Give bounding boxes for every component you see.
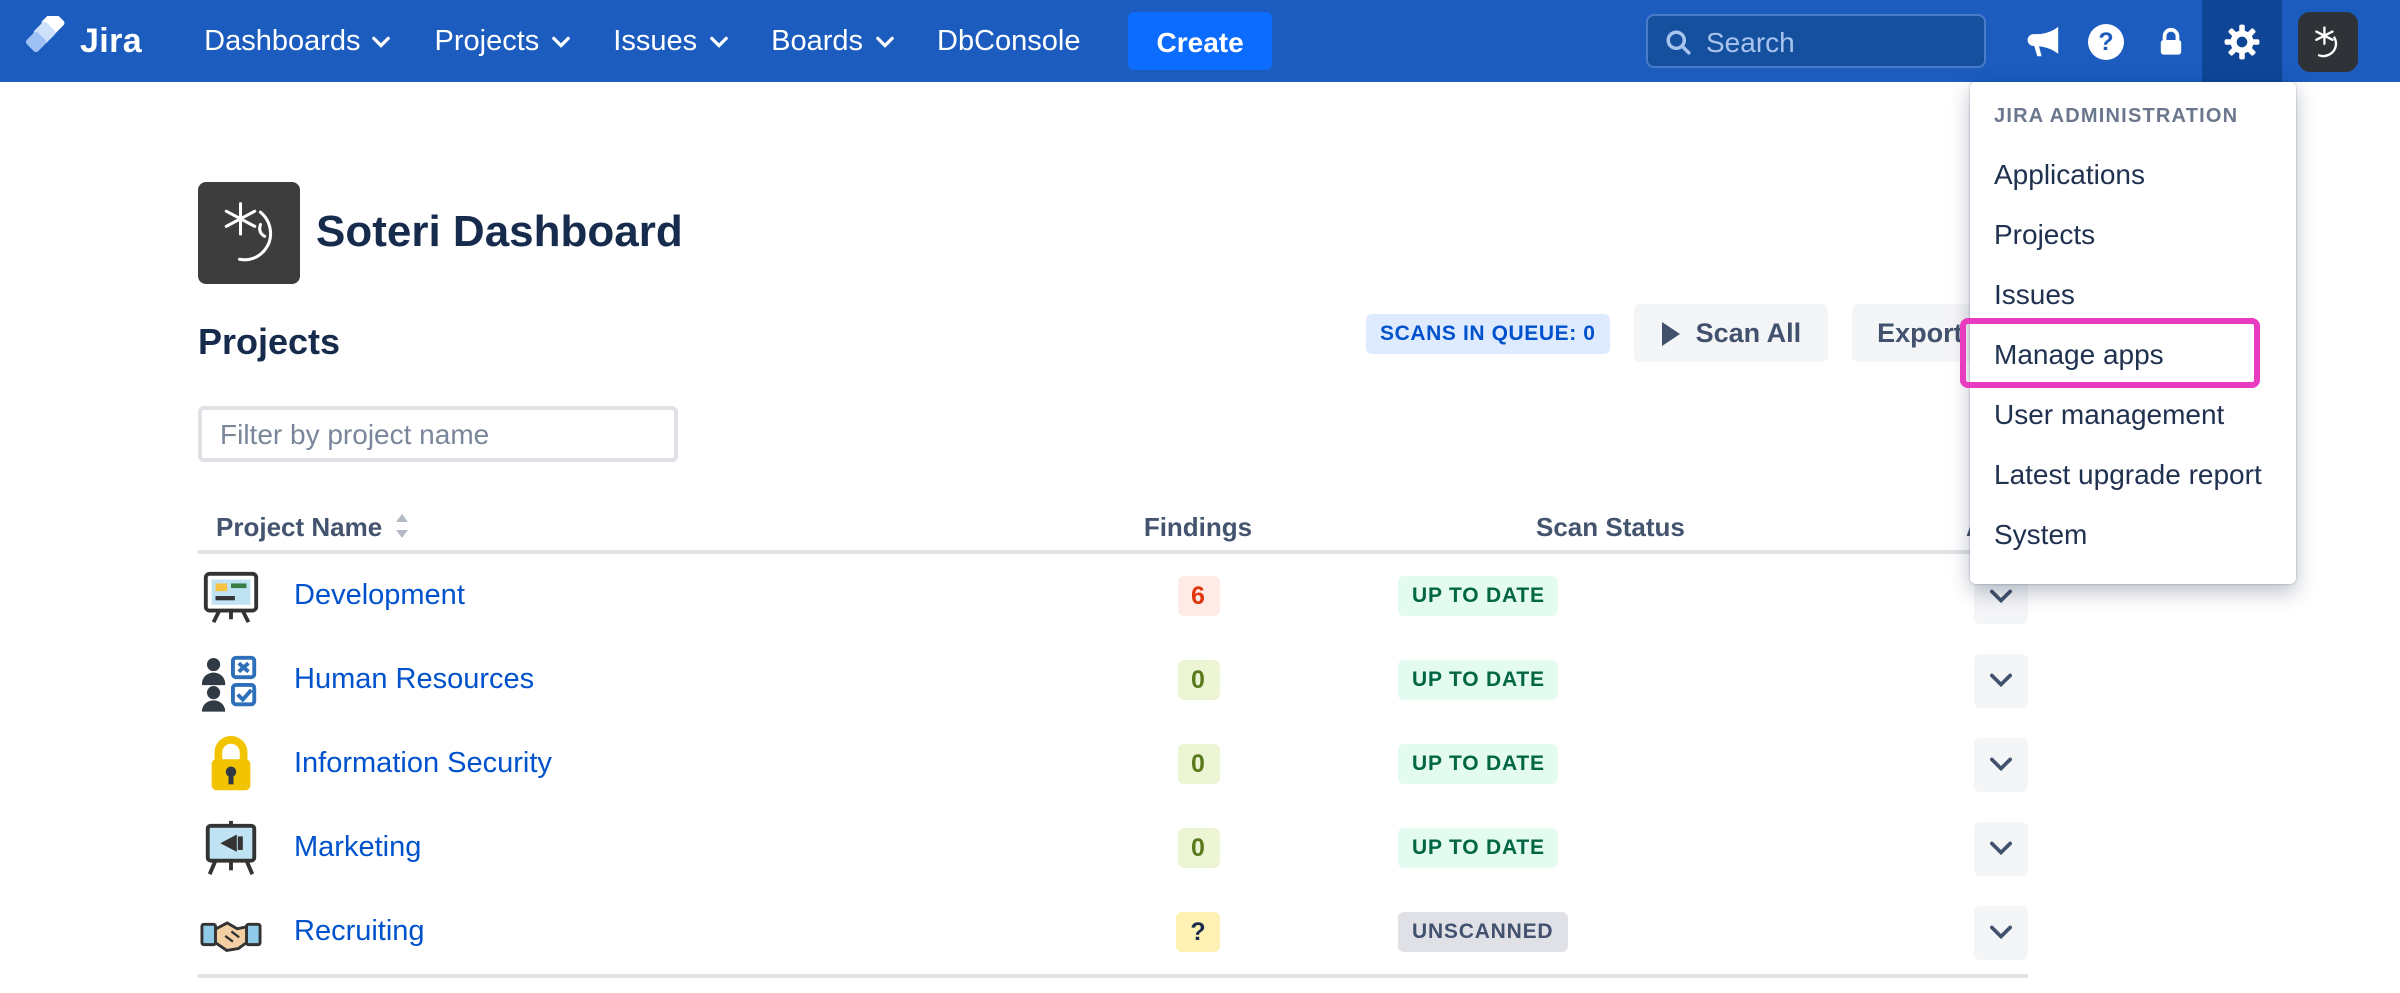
chevron-down-icon	[373, 35, 391, 47]
scan-status-badge: UP TO DATE	[1398, 744, 1559, 784]
export-label: Export	[1877, 318, 1963, 348]
nav-boards-label: Boards	[771, 25, 863, 57]
information-security-project-icon	[198, 731, 264, 797]
primary-nav: Dashboards Projects Issues Boards DbCons…	[182, 0, 1102, 82]
sort-icon[interactable]	[394, 514, 410, 538]
table-row-marketing: Marketing 0 UP TO DATE	[198, 806, 2028, 890]
projects-toolbar: SCANS IN QUEUE: 0 Scan All Export	[1366, 304, 1989, 362]
table-header-row: Project Name Findings Scan Status Action…	[198, 502, 2028, 554]
chevron-down-icon	[709, 35, 727, 47]
jira-logo-text: Jira	[80, 21, 142, 61]
project-link-information-security[interactable]: Information Security	[294, 748, 552, 780]
admin-gear-icon[interactable]	[2202, 0, 2282, 82]
nav-projects-label: Projects	[435, 25, 540, 57]
column-header-project-name: Project Name	[198, 511, 998, 541]
navbar-search[interactable]	[1646, 14, 1986, 68]
findings-badge: 0	[1177, 660, 1219, 700]
nav-dashboards[interactable]: Dashboards	[182, 0, 412, 82]
nav-issues[interactable]: Issues	[591, 0, 749, 82]
chevron-down-icon	[551, 35, 569, 47]
human-resources-project-icon	[198, 647, 264, 713]
row-actions-chevron-button[interactable]	[1974, 737, 2028, 791]
menu-item-manage-apps-label: Manage apps	[1994, 338, 2164, 370]
jira-logo[interactable]: Jira	[26, 16, 142, 66]
nav-projects[interactable]: Projects	[413, 0, 592, 82]
menu-item-manage-apps[interactable]: Manage apps	[1970, 324, 2296, 384]
scan-status-badge: UNSCANNED	[1398, 912, 1567, 952]
menu-item-system[interactable]: System	[1970, 504, 2296, 564]
chevron-down-icon	[1990, 840, 2012, 856]
jira-administration-menu: JIRA ADMINISTRATION Applications Project…	[1970, 82, 2296, 584]
project-link-human-resources[interactable]: Human Resources	[294, 664, 534, 696]
chevron-down-icon	[1990, 588, 2012, 604]
scan-all-label: Scan All	[1696, 318, 1802, 348]
export-button[interactable]: Export	[1851, 304, 1989, 362]
menu-item-latest-upgrade-report[interactable]: Latest upgrade report	[1970, 444, 2296, 504]
development-project-icon	[198, 563, 264, 629]
nav-dbconsole[interactable]: DbConsole	[915, 0, 1103, 82]
nav-boards[interactable]: Boards	[749, 0, 915, 82]
search-icon	[1664, 27, 1692, 55]
jira-logo-icon	[26, 16, 66, 66]
chevron-down-icon	[1990, 924, 2012, 940]
scan-status-badge: UP TO DATE	[1398, 576, 1559, 616]
menu-item-user-management[interactable]: User management	[1970, 384, 2296, 444]
user-avatar-image	[2298, 11, 2358, 71]
admin-menu-heading: JIRA ADMINISTRATION	[1970, 106, 2296, 128]
findings-badge: ?	[1176, 912, 1219, 952]
project-link-development[interactable]: Development	[294, 580, 465, 612]
menu-item-issues[interactable]: Issues	[1970, 264, 2296, 324]
marketing-project-icon	[198, 815, 264, 881]
project-name-header-label: Project Name	[216, 511, 382, 541]
scans-in-queue-badge: SCANS IN QUEUE: 0	[1366, 313, 1610, 353]
create-button[interactable]: Create	[1129, 12, 1272, 70]
app-root: Jira Dashboards Projects Issues Boards D…	[0, 0, 2400, 993]
menu-item-projects[interactable]: Projects	[1970, 204, 2296, 264]
menu-item-applications[interactable]: Applications	[1970, 144, 2296, 204]
scan-status-badge: UP TO DATE	[1398, 828, 1559, 868]
projects-table: Project Name Findings Scan Status Action…	[198, 502, 2028, 978]
findings-badge: 6	[1177, 576, 1219, 616]
play-icon	[1660, 321, 1680, 345]
project-link-marketing[interactable]: Marketing	[294, 832, 421, 864]
project-link-recruiting[interactable]: Recruiting	[294, 916, 425, 948]
table-row-information-security: Information Security 0 UP TO DATE	[198, 722, 2028, 806]
table-row-recruiting: Recruiting ? UNSCANNED	[198, 890, 2028, 974]
page-title: Soteri Dashboard	[316, 206, 683, 258]
row-actions-chevron-button[interactable]	[1974, 905, 2028, 959]
help-icon[interactable]: ?	[2074, 0, 2138, 82]
feedback-megaphone-icon[interactable]	[2010, 0, 2074, 82]
table-body: Development 6 UP TO DATE	[198, 554, 2028, 978]
projects-heading: Projects	[198, 322, 340, 364]
table-row-development: Development 6 UP TO DATE	[198, 554, 2028, 638]
chevron-down-icon	[875, 35, 893, 47]
project-filter-input[interactable]	[198, 406, 678, 462]
chevron-down-icon	[1990, 672, 2012, 688]
nav-issues-label: Issues	[613, 25, 697, 57]
help-question-glyph: ?	[2088, 23, 2124, 59]
column-header-scan-status: Scan Status	[1398, 511, 1858, 541]
permissions-lock-icon[interactable]	[2138, 0, 2202, 82]
scan-all-button[interactable]: Scan All	[1634, 304, 1828, 362]
row-actions-chevron-button[interactable]	[1974, 821, 2028, 875]
nav-dashboards-label: Dashboards	[204, 25, 360, 57]
recruiting-project-icon	[198, 899, 264, 965]
column-header-findings: Findings	[1144, 511, 1252, 541]
top-navbar: Jira Dashboards Projects Issues Boards D…	[0, 0, 2400, 82]
nav-dbconsole-label: DbConsole	[937, 25, 1081, 57]
search-input[interactable]	[1706, 25, 1968, 57]
navbar-right-cluster: ?	[1646, 0, 2374, 82]
findings-badge: 0	[1177, 828, 1219, 868]
scan-status-badge: UP TO DATE	[1398, 660, 1559, 700]
findings-badge: 0	[1177, 744, 1219, 784]
chevron-down-icon	[1990, 756, 2012, 772]
soteri-logo	[198, 182, 300, 284]
user-avatar[interactable]	[2282, 0, 2374, 82]
table-row-human-resources: Human Resources 0 UP TO DATE	[198, 638, 2028, 722]
row-actions-chevron-button[interactable]	[1974, 653, 2028, 707]
